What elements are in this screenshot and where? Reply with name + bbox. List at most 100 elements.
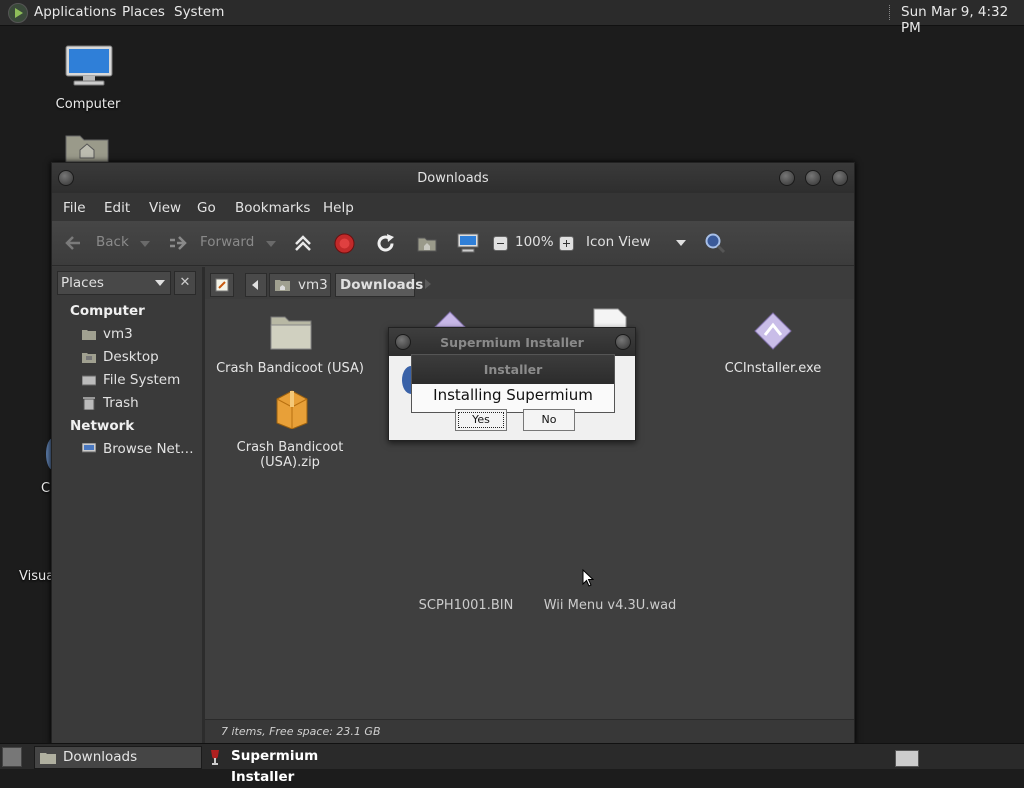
menu-help[interactable]: Help [323, 200, 354, 216]
chevron-down-icon [676, 240, 686, 246]
exe-icon [754, 312, 792, 350]
chevron-left-icon [252, 280, 258, 290]
drive-icon [82, 375, 96, 386]
menu-go[interactable]: Go [197, 200, 216, 216]
up-arrow-icon[interactable] [293, 234, 313, 254]
taskbar-item-label: Supermium Installer [231, 748, 319, 785]
breadcrumb-vm3[interactable]: vm3 [269, 273, 331, 297]
desktop-icon-home[interactable] [64, 128, 112, 163]
menu-view[interactable]: View [149, 200, 181, 216]
desktop-icon-label[interactable]: Visua [19, 569, 54, 584]
sidebar-item-label: Browse Net… [103, 441, 194, 457]
sidebar-type-label: Places [61, 275, 104, 291]
dialog-close-button[interactable] [615, 334, 631, 350]
desktop-icon-label: C [41, 481, 51, 496]
sidebar-type-select[interactable]: Places [57, 271, 171, 295]
sidebar-heading-network: Network [70, 418, 135, 434]
sidebar-item-vm3[interactable]: vm3 [80, 325, 198, 345]
file-item[interactable]: Crash Bandicoot (USA).zip [215, 387, 365, 473]
trash-icon [83, 397, 95, 410]
home-folder-icon [65, 135, 109, 163]
file-item[interactable]: CCInstaller.exe [703, 309, 843, 379]
dialog-title: Supermium Installer [440, 335, 584, 350]
zoom-out-icon[interactable] [493, 236, 508, 251]
taskbar-item-downloads[interactable]: Downloads [34, 746, 202, 769]
sidebar-item-label: Desktop [103, 349, 159, 365]
file-name[interactable]: SCPH1001.BIN [391, 598, 541, 613]
view-mode-select[interactable]: Icon View [584, 231, 692, 255]
location-bar: vm3 Downloads [205, 267, 854, 299]
dialog-titlebar[interactable]: Supermium Installer [389, 328, 635, 356]
top-panel: Applications Places System Sun Mar 9, 4:… [0, 0, 1024, 36]
edit-location-button[interactable] [210, 273, 234, 297]
stop-icon[interactable] [334, 233, 355, 254]
search-icon[interactable] [704, 232, 726, 254]
maximize-button[interactable] [805, 170, 821, 186]
close-button[interactable] [832, 170, 848, 186]
zoom-level: 100% [515, 234, 554, 250]
path-back-button[interactable] [245, 273, 267, 297]
file-name[interactable]: Wii Menu v4.3U.wad [535, 598, 685, 613]
places-menu[interactable]: Places [122, 4, 165, 20]
file-item[interactable] [590, 307, 630, 330]
forward-label: Forward [200, 234, 255, 250]
yes-button[interactable]: Yes [455, 409, 507, 431]
system-menu[interactable]: System [174, 4, 224, 20]
progress-popup: Installer Installing Supermium [411, 354, 615, 413]
desktop-icon-computer[interactable]: Computer [56, 44, 120, 120]
file-name: CCInstaller.exe [724, 361, 822, 376]
sidebar-item-trash[interactable]: Trash [80, 394, 198, 414]
forward-history-arrow-icon[interactable] [266, 241, 276, 247]
pencil-icon [215, 278, 229, 292]
folder-icon [270, 316, 312, 350]
sidebar-item-desktop[interactable]: Desktop [80, 348, 198, 368]
reload-icon[interactable] [375, 233, 396, 254]
workspace-switcher[interactable] [895, 750, 919, 767]
distro-logo-icon[interactable] [8, 3, 28, 23]
applications-menu[interactable]: Applications [34, 4, 116, 20]
menu-file[interactable]: File [63, 200, 86, 216]
back-button[interactable]: Back [62, 232, 152, 254]
chevron-down-icon [155, 280, 165, 286]
status-text: 7 items, Free space: 23.1 GB [221, 725, 381, 738]
sidebar-item-browse-network[interactable]: Browse Net… [80, 440, 198, 460]
installer-dialog: Supermium Installer Installer Installing… [388, 327, 636, 441]
sidebar-item-label: File System [103, 372, 181, 388]
sidebar-item-file-system[interactable]: File System [80, 371, 198, 391]
panel-separator [889, 5, 892, 20]
no-button[interactable]: No [523, 409, 575, 431]
file-item[interactable]: Crash Bandicoot (USA) [215, 307, 365, 377]
sidebar-heading-computer: Computer [70, 303, 145, 319]
breadcrumb-label: vm3 [298, 277, 328, 293]
show-desktop-icon[interactable] [2, 747, 22, 767]
desktop-icon-disc[interactable]: C [38, 438, 60, 498]
close-sidebar-button[interactable]: ✕ [174, 271, 196, 295]
places-sidebar: Places ✕ Computer vm3 Desktop File Syste… [52, 267, 205, 744]
folder-icon [40, 753, 56, 764]
minimize-button[interactable] [779, 170, 795, 186]
back-history-arrow-icon[interactable] [140, 241, 150, 247]
document-icon [593, 308, 627, 330]
status-bar: 7 items, Free space: 23.1 GB [205, 719, 854, 745]
computer-icon[interactable] [457, 233, 479, 253]
forward-button[interactable]: Forward [166, 232, 278, 254]
home-folder-icon [275, 280, 290, 291]
taskbar-item-label: Downloads [63, 749, 138, 765]
bottom-panel: Downloads Supermium Installer [0, 743, 1024, 785]
file-manager-window: Downloads File Edit View Go Bookmarks He… [51, 162, 855, 745]
taskbar-item-supermium[interactable]: Supermium Installer [205, 746, 385, 785]
breadcrumb-downloads[interactable]: Downloads [335, 273, 423, 297]
zoom-in-icon[interactable] [559, 236, 574, 251]
sidebar-item-label: Trash [103, 395, 139, 411]
mouse-cursor-icon [582, 569, 594, 587]
chevron-right-icon[interactable] [425, 279, 431, 289]
menu-edit[interactable]: Edit [104, 200, 130, 216]
menu-bookmarks[interactable]: Bookmarks [235, 200, 310, 216]
popup-title: Installer [412, 355, 614, 384]
popup-message: Installing Supermium [433, 386, 593, 404]
home-icon[interactable] [417, 234, 437, 252]
back-label: Back [96, 234, 129, 250]
clock[interactable]: Sun Mar 9, 4:32 PM [901, 4, 1024, 36]
forward-arrow-icon [170, 236, 187, 250]
window-titlebar[interactable]: Downloads [52, 163, 854, 193]
